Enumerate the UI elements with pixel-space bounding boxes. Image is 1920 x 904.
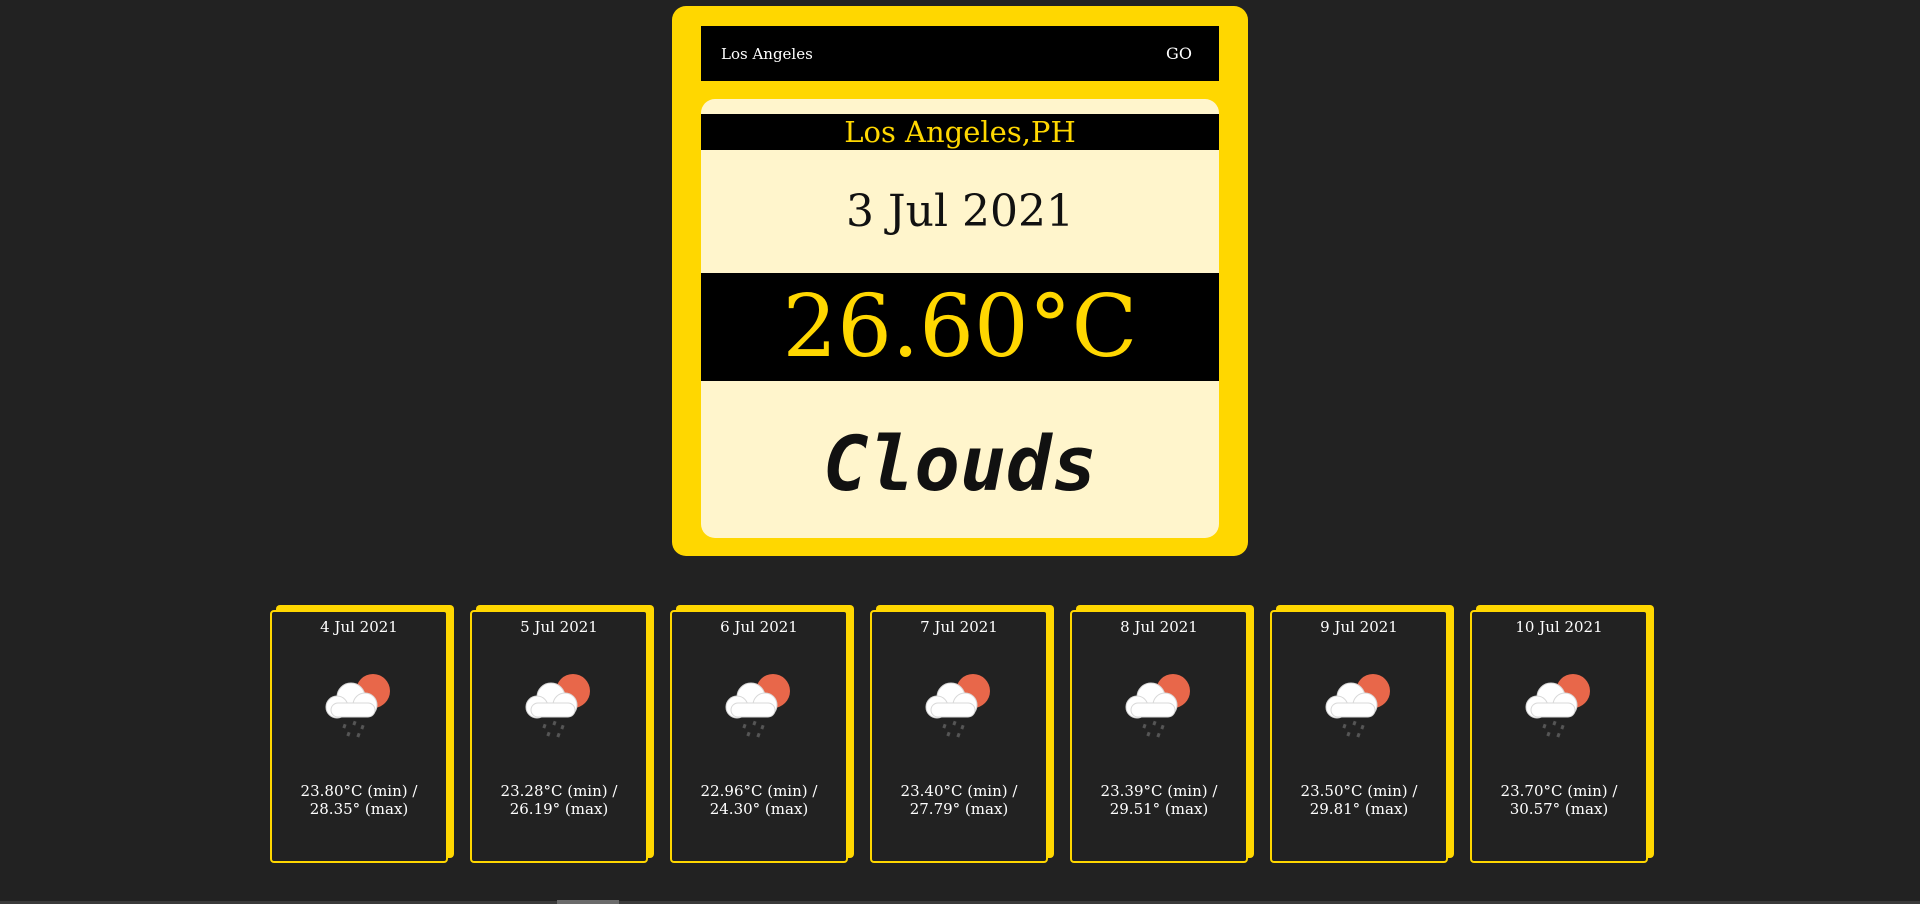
forecast-temperature: 23.28°C (min) / 26.19° (max)	[500, 782, 618, 818]
card-face: 5 Jul 2021 23.28°C (min) / 26.19° (max)	[470, 610, 648, 863]
forecast-date: 8 Jul 2021	[1120, 618, 1198, 636]
forecast-temperature: 23.70°C (min) / 30.57° (max)	[1500, 782, 1618, 818]
forecast-card: 7 Jul 2021 23.40°C (min) / 27.79° (max)	[870, 605, 1054, 865]
forecast-card: 6 Jul 2021 22.96°C (min) / 24.30° (max)	[670, 605, 854, 865]
forecast-temperature: 22.96°C (min) / 24.30° (max)	[700, 782, 818, 818]
forecast-list: 4 Jul 2021 23.80°C (min) / 28.35° (max) …	[270, 605, 1660, 870]
card-face: 7 Jul 2021 23.40°C (min) / 27.79° (max)	[870, 610, 1048, 863]
forecast-temperature: 23.40°C (min) / 27.79° (max)	[900, 782, 1018, 818]
forecast-card: 8 Jul 2021 23.39°C (min) / 29.51° (max)	[1070, 605, 1254, 865]
card-face: 9 Jul 2021 23.50°C (min) / 29.81° (max)	[1270, 610, 1448, 863]
cloud-sun-rain-icon	[921, 669, 1001, 741]
cloud-sun-rain-icon	[521, 669, 601, 741]
forecast-card: 10 Jul 2021 23.70°C (min) / 30.57° (max)	[1470, 605, 1654, 865]
card-face: 10 Jul 2021 23.70°C (min) / 30.57° (max)	[1470, 610, 1648, 863]
search-bar: GO	[701, 26, 1219, 81]
forecast-card: 9 Jul 2021 23.50°C (min) / 29.81° (max)	[1270, 605, 1454, 865]
current-temperature: 26.60°C	[701, 273, 1219, 381]
forecast-date: 10 Jul 2021	[1515, 618, 1603, 636]
location-title: Los Angeles,PH	[701, 114, 1219, 150]
forecast-card: 4 Jul 2021 23.80°C (min) / 28.35° (max)	[270, 605, 454, 865]
forecast-temperature: 23.50°C (min) / 29.81° (max)	[1300, 782, 1418, 818]
cloud-sun-rain-icon	[1321, 669, 1401, 741]
forecast-date: 9 Jul 2021	[1320, 618, 1398, 636]
current-weather-card: GO Los Angeles,PH 3 Jul 2021 26.60°C Clo…	[672, 6, 1248, 556]
current-info-panel: Los Angeles,PH 3 Jul 2021 26.60°C Clouds	[701, 99, 1219, 538]
cloud-sun-rain-icon	[1121, 669, 1201, 741]
page: GO Los Angeles,PH 3 Jul 2021 26.60°C Clo…	[0, 0, 1920, 904]
city-search-input[interactable]	[721, 26, 1121, 81]
go-button[interactable]: GO	[1139, 26, 1219, 81]
forecast-date: 4 Jul 2021	[320, 618, 398, 636]
forecast-date: 6 Jul 2021	[720, 618, 798, 636]
cloud-sun-rain-icon	[1521, 669, 1601, 741]
weather-condition: Clouds	[822, 419, 1098, 508]
card-face: 8 Jul 2021 23.39°C (min) / 29.51° (max)	[1070, 610, 1248, 863]
card-face: 4 Jul 2021 23.80°C (min) / 28.35° (max)	[270, 610, 448, 863]
cloud-sun-rain-icon	[721, 669, 801, 741]
forecast-date: 5 Jul 2021	[520, 618, 598, 636]
current-date: 3 Jul 2021	[846, 186, 1074, 237]
horizontal-scrollbar-thumb[interactable]	[557, 900, 619, 904]
forecast-temperature: 23.80°C (min) / 28.35° (max)	[300, 782, 418, 818]
card-face: 6 Jul 2021 22.96°C (min) / 24.30° (max)	[670, 610, 848, 863]
forecast-date: 7 Jul 2021	[920, 618, 998, 636]
forecast-card: 5 Jul 2021 23.28°C (min) / 26.19° (max)	[470, 605, 654, 865]
forecast-temperature: 23.39°C (min) / 29.51° (max)	[1100, 782, 1218, 818]
cloud-sun-rain-icon	[321, 669, 401, 741]
